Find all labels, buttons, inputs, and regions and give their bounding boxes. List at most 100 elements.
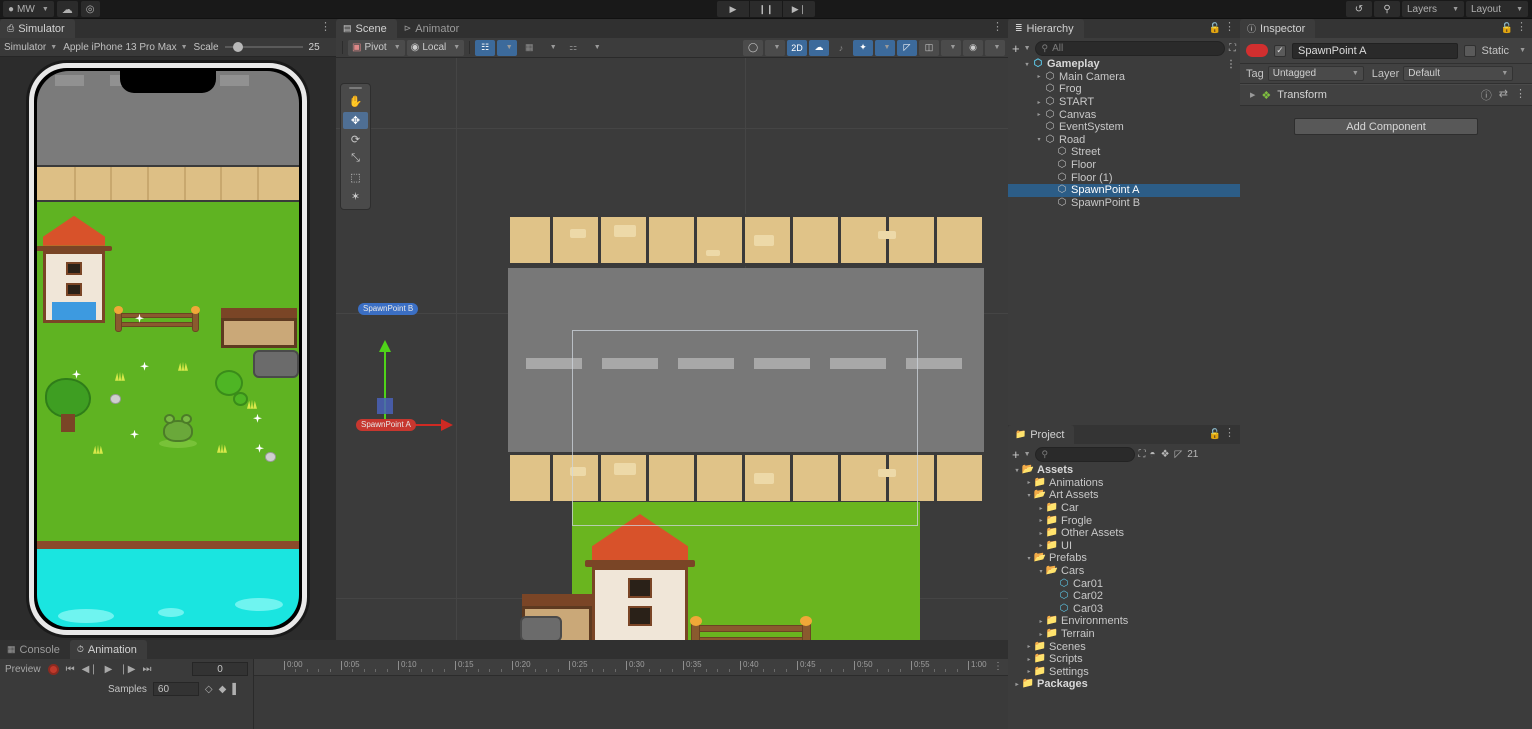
project-expand-icon[interactable]: ⛶ (1139, 449, 1146, 460)
layer-dropdown[interactable]: Default ▼ (1403, 66, 1514, 81)
shading-mode-dropdown[interactable]: ▼ (765, 39, 785, 56)
search-button[interactable]: ⚲ (1374, 1, 1400, 17)
hierarchy-tree[interactable]: ▾ ⬡ Gameplay ⋮ ▸ ⬡ Main Camera ⬡ Frog ▸ ⬡ START ▸ ⬡ Ca… (1008, 58, 1240, 422)
project-row[interactable]: ▾ 📂 Cars (1008, 565, 1240, 578)
project-tree[interactable]: ▾ 📂 Assets ▸ 📁 Animations ▾ 📂 Art Assets ▸ 📁 Car ▸ 📁 F… (1008, 464, 1240, 726)
rotate-tool[interactable]: ⟳ (343, 131, 368, 148)
project-row[interactable]: ▾ 📂 Assets (1008, 464, 1240, 477)
scene-menu-button[interactable]: ⋮ (992, 22, 1003, 33)
scene-lighting-toggle[interactable]: ☁ (809, 39, 829, 56)
object-name-input[interactable]: SpawnPoint A (1292, 42, 1458, 59)
gizmos-dropdown[interactable]: ▼ (985, 39, 1005, 56)
current-frame-input[interactable]: 0 (192, 662, 248, 676)
chevron-right-icon[interactable]: ▸ (1034, 99, 1044, 106)
chevron-right-icon[interactable]: ▸ (1036, 542, 1046, 549)
tab-animator[interactable]: ⊳ Animator (397, 19, 470, 38)
gizmo-label-spawnpoint-b[interactable]: SpawnPoint B (358, 303, 419, 315)
object-enabled-checkbox[interactable]: ✓ (1274, 44, 1286, 57)
help-icon[interactable]: ⓘ (1481, 87, 1492, 103)
chevron-right-icon[interactable]: ▸ (1024, 479, 1034, 486)
chevron-down-icon[interactable]: ▾ (1036, 568, 1046, 575)
gizmos-toggle[interactable]: ◉ (963, 39, 983, 56)
hand-tool[interactable]: ✋ (343, 93, 368, 110)
gizmo-axis-x-arrow[interactable] (441, 419, 453, 431)
project-add-button[interactable]: + ▼ (1012, 447, 1031, 462)
simulator-menu-button[interactable]: ⋮ (320, 22, 331, 33)
project-row[interactable]: ▸ 📁 Scripts (1008, 653, 1240, 666)
hidden-objects-toggle[interactable]: ◸ (897, 39, 917, 56)
tab-console[interactable]: ▦ Console (0, 640, 70, 659)
device-screen[interactable] (37, 70, 299, 627)
grid-visibility-toggle[interactable]: ▦ (519, 40, 539, 56)
grid-visibility-dropdown[interactable]: ▼ (541, 40, 561, 56)
palette-grip[interactable] (349, 87, 362, 89)
first-frame-button[interactable]: ⏮ (66, 664, 75, 675)
tab-scene[interactable]: ▤ Scene (336, 19, 397, 38)
add-keyframe-icon[interactable]: ◇ (205, 684, 213, 695)
tab-hierarchy[interactable]: ≣ Hierarchy (1008, 19, 1084, 38)
grid-snap-toggle[interactable]: ☷ (475, 39, 496, 56)
tag-dropdown[interactable]: Untagged ▼ (1267, 66, 1364, 81)
project-row[interactable]: ▸ 📁 Environments (1008, 615, 1240, 628)
project-menu-button[interactable]: ⋮ (1224, 428, 1235, 439)
hierarchy-row[interactable]: ▸ ⬡ START (1008, 96, 1240, 109)
play-button[interactable]: ▶ (717, 1, 749, 17)
tab-project[interactable]: 📁 Project (1008, 425, 1075, 444)
preview-label[interactable]: Preview (5, 664, 41, 675)
project-row[interactable]: ▸ 📁 Settings (1008, 666, 1240, 679)
handle-space-dropdown[interactable]: ◉ Local ▼ (406, 39, 465, 56)
animation-ruler[interactable]: 0:00 0:05 0:10 0:15 0:20 0:25 0:30 0:35 0:40 0:45… (254, 659, 1008, 676)
project-row[interactable]: ▾ 📂 Art Assets (1008, 489, 1240, 502)
project-row[interactable]: ▸ 📁 UI (1008, 540, 1240, 553)
project-row[interactable]: ▾ 📂 Prefabs (1008, 552, 1240, 565)
simulator-mode-dropdown[interactable]: Simulator ▼ (4, 42, 57, 53)
chevron-right-icon[interactable]: ▸ (1036, 517, 1046, 524)
collab-button[interactable]: ◎ (80, 1, 100, 17)
prev-frame-button[interactable]: ◀❘ (82, 664, 98, 675)
gizmo-label-spawnpoint-a[interactable]: SpawnPoint A (356, 419, 416, 431)
hierarchy-expand-icon[interactable]: ⛶ (1229, 43, 1236, 54)
cloud-button[interactable]: ☁ (56, 1, 78, 17)
move-tool[interactable]: ✥ (343, 112, 368, 129)
gizmo-axis-y-arrow[interactable] (379, 340, 391, 352)
layers-dropdown[interactable]: Layers ▼ (1402, 1, 1464, 17)
gizmo-axis-y[interactable] (384, 350, 386, 426)
grid-snap-dropdown[interactable]: ▼ (497, 39, 518, 56)
project-row[interactable]: ▸ 📁 Frogle (1008, 514, 1240, 527)
hierarchy-row[interactable]: ⬡ Street (1008, 146, 1240, 159)
layout-dropdown[interactable]: Layout ▼ (1466, 1, 1528, 17)
hierarchy-row[interactable]: ▾ ⬡ Road (1008, 134, 1240, 147)
project-row[interactable]: ▸ 📁 Other Assets (1008, 527, 1240, 540)
hierarchy-row[interactable]: ▸ ⬡ Main Camera (1008, 71, 1240, 84)
hierarchy-add-button[interactable]: + ▼ (1012, 41, 1031, 56)
tab-animation[interactable]: ⏱ Animation (69, 640, 147, 659)
hierarchy-search-input[interactable]: ⚲ All (1034, 40, 1225, 56)
rect-tool[interactable]: ⬚ (343, 169, 368, 186)
static-dropdown-icon[interactable]: ▼ (1519, 47, 1526, 54)
hierarchy-row[interactable]: ▾ ⬡ Gameplay ⋮ (1008, 58, 1240, 71)
camera-settings-button[interactable]: ◫ (919, 39, 939, 56)
scale-tool[interactable]: ⤡ (343, 150, 368, 167)
inspector-lock-button[interactable]: 🔓 (1501, 23, 1513, 34)
hierarchy-row-menu-button[interactable]: ⋮ (1226, 59, 1236, 70)
chevron-right-icon[interactable]: ▸ (1034, 73, 1044, 80)
project-row[interactable]: ⬡ Car02 (1008, 590, 1240, 603)
pause-button[interactable]: ❙❙ (750, 1, 782, 17)
chevron-down-icon[interactable]: ▾ (1034, 136, 1044, 143)
chevron-down-icon[interactable]: ▾ (1022, 61, 1032, 68)
hierarchy-row[interactable]: ▸ ⬡ Canvas (1008, 108, 1240, 121)
chevron-down-icon[interactable]: ▾ (1012, 467, 1022, 474)
hierarchy-lock-button[interactable]: 🔓 (1209, 23, 1221, 34)
chevron-right-icon[interactable]: ▸ (1036, 505, 1046, 512)
snap-increment-dropdown[interactable]: ▼ (585, 40, 605, 56)
filter-label-icon[interactable]: ❖ (1161, 449, 1170, 460)
project-row[interactable]: ▸ 📁 Scenes (1008, 640, 1240, 653)
next-frame-button[interactable]: ❘▶ (119, 664, 135, 675)
chevron-right-icon[interactable]: ▶ (1250, 91, 1255, 99)
scale-slider-knob[interactable] (232, 42, 243, 52)
fx-toggle[interactable]: ✦ (853, 39, 873, 56)
project-row[interactable]: ▸ 📁 Terrain (1008, 628, 1240, 641)
project-search-input[interactable]: ⚲ (1034, 446, 1135, 462)
project-row[interactable]: ▸ 📁 Animations (1008, 477, 1240, 490)
preset-icon[interactable]: ⇄ (1499, 87, 1508, 103)
